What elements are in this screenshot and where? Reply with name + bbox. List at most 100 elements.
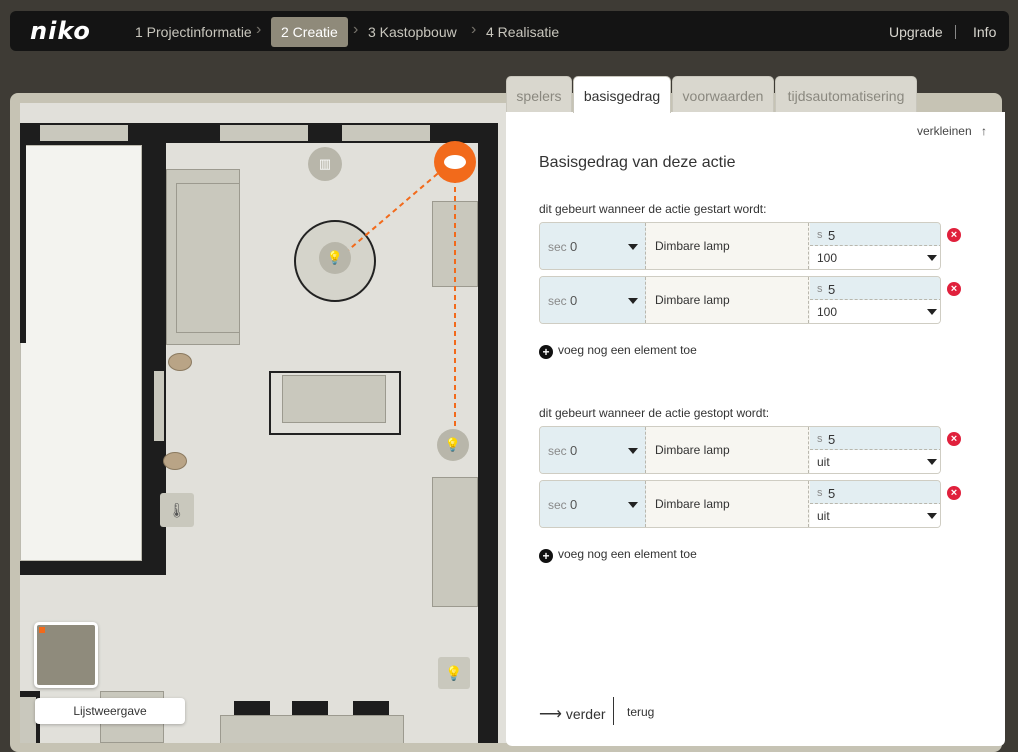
minimap-marker [39, 627, 45, 633]
step-creatie[interactable]: 2 Creatie [271, 17, 348, 47]
dropdown-caret-icon [927, 309, 937, 315]
start-section-label: dit gebeurt wanneer de actie gestart wor… [539, 202, 767, 216]
delete-row-icon[interactable]: × [947, 228, 961, 242]
step-kastopbouw[interactable]: 3 Kastopbouw [358, 17, 467, 47]
add-element-button[interactable]: + voeg nog een element toe [539, 547, 697, 563]
top-navigation-bar: niko 1 Projectinformatie › 2 Creatie › 3… [10, 11, 1009, 51]
next-label: verder [565, 706, 606, 722]
delay-unit: sec [548, 240, 567, 254]
dropdown-caret-icon [927, 459, 937, 465]
delete-row-icon[interactable]: × [947, 282, 961, 296]
value-cell: s 5 uit [810, 481, 940, 527]
dropdown-caret-icon [628, 502, 638, 508]
back-button[interactable]: terug [627, 705, 654, 719]
minimap-thumbnail[interactable] [34, 622, 98, 688]
lamp-icon[interactable]: 💡 [437, 429, 469, 461]
tab-basisgedrag[interactable]: basisgedrag [573, 76, 671, 113]
value-cell: s 5 uit [810, 427, 940, 473]
delay-unit: sec [548, 444, 567, 458]
next-button[interactable]: ⟶ verder [539, 704, 606, 724]
lamp-icon[interactable]: 💡 [319, 242, 351, 274]
level-value: uit [817, 455, 830, 469]
level-value: 100 [817, 305, 838, 319]
delay-select[interactable]: sec 0 [540, 427, 646, 473]
tab-tijdsautomatisering[interactable]: tijdsautomatisering [775, 76, 917, 112]
device-name: Dimbare lamp [646, 277, 809, 323]
duration-unit: s [817, 433, 823, 445]
panel-title: Basisgedrag van deze actie [539, 154, 736, 171]
floor-plan-canvas[interactable]: ▥ 💡 💡 🌡 💡 Lijstweergave [20, 103, 510, 743]
value-cell: s 5 100 [810, 223, 940, 269]
duration-unit: s [817, 229, 823, 241]
delay-value: 0 [570, 293, 578, 308]
delay-unit: sec [548, 498, 567, 512]
collapse-label: verkleinen [916, 124, 972, 138]
info-link[interactable]: Info [973, 17, 996, 47]
plus-icon: + [539, 549, 553, 563]
speech-bubble-icon[interactable] [163, 452, 187, 470]
dropdown-caret-icon [628, 448, 638, 454]
delay-value: 0 [570, 497, 578, 512]
device-name: Dimbare lamp [646, 427, 809, 473]
level-value: uit [817, 509, 830, 523]
step-realisatie[interactable]: 4 Realisatie [476, 17, 569, 47]
duration-value: 5 [828, 228, 836, 243]
level-select[interactable]: uit [810, 504, 940, 527]
add-element-button[interactable]: + voeg nog een element toe [539, 343, 697, 359]
delay-select[interactable]: sec 0 [540, 223, 646, 269]
action-row: sec 0 Dimbare lamp s 5 uit [539, 480, 941, 528]
collapse-button[interactable]: verkleinen ↑ [917, 124, 987, 138]
action-row: sec 0 Dimbare lamp s 5 uit [539, 426, 941, 474]
action-row: sec 0 Dimbare lamp s 5 100 [539, 222, 941, 270]
list-view-button[interactable]: Lijstweergave [35, 698, 185, 724]
level-select[interactable]: 100 [810, 246, 940, 269]
arrow-up-icon: ↑ [981, 124, 987, 138]
add-element-label: voeg nog een element toe [558, 547, 697, 561]
step-projectinformatie[interactable]: 1 Projectinformatie [125, 17, 262, 47]
upgrade-link[interactable]: Upgrade [889, 17, 943, 47]
radiator-icon[interactable]: ▥ [308, 147, 342, 181]
dropdown-caret-icon [927, 255, 937, 261]
niko-logo[interactable]: niko [30, 17, 91, 45]
chevron-right-icon: › [256, 21, 262, 38]
dropdown-caret-icon [628, 298, 638, 304]
plus-icon: + [539, 345, 553, 359]
delay-value: 0 [570, 443, 578, 458]
nav-divider [955, 25, 956, 39]
value-cell: s 5 100 [810, 277, 940, 323]
duration-field[interactable]: s 5 [810, 223, 940, 246]
dropdown-caret-icon [927, 513, 937, 519]
duration-value: 5 [828, 282, 836, 297]
lamp-switch-icon[interactable]: 💡 [438, 657, 470, 689]
duration-value: 5 [828, 486, 836, 501]
level-select[interactable]: uit [810, 450, 940, 473]
duration-unit: s [817, 487, 823, 499]
action-row: sec 0 Dimbare lamp s 5 100 [539, 276, 941, 324]
delay-select[interactable]: sec 0 [540, 481, 646, 527]
dropdown-caret-icon [628, 244, 638, 250]
level-select[interactable]: 100 [810, 300, 940, 323]
device-name: Dimbare lamp [646, 223, 809, 269]
delete-row-icon[interactable]: × [947, 486, 961, 500]
level-value: 100 [817, 251, 838, 265]
tab-voorwaarden[interactable]: voorwaarden [672, 76, 774, 112]
speech-bubble-icon[interactable] [434, 141, 476, 183]
stop-section-label: dit gebeurt wanneer de actie gestopt wor… [539, 406, 770, 420]
duration-value: 5 [828, 432, 836, 447]
behavior-panel: verkleinen ↑ Basisgedrag van deze actie … [506, 112, 1005, 746]
duration-field[interactable]: s 5 [810, 481, 940, 504]
delay-select[interactable]: sec 0 [540, 277, 646, 323]
add-element-label: voeg nog een element toe [558, 343, 697, 357]
footer-divider [613, 697, 614, 725]
arrow-right-icon: ⟶ [539, 706, 562, 723]
tab-spelers[interactable]: spelers [506, 76, 572, 112]
device-name: Dimbare lamp [646, 481, 809, 527]
duration-field[interactable]: s 5 [810, 277, 940, 300]
thermostat-icon[interactable]: 🌡 [160, 493, 194, 527]
duration-field[interactable]: s 5 [810, 427, 940, 450]
delete-row-icon[interactable]: × [947, 432, 961, 446]
delay-unit: sec [548, 294, 567, 308]
speech-bubble-icon[interactable] [168, 353, 192, 371]
delay-value: 0 [570, 239, 578, 254]
duration-unit: s [817, 283, 823, 295]
